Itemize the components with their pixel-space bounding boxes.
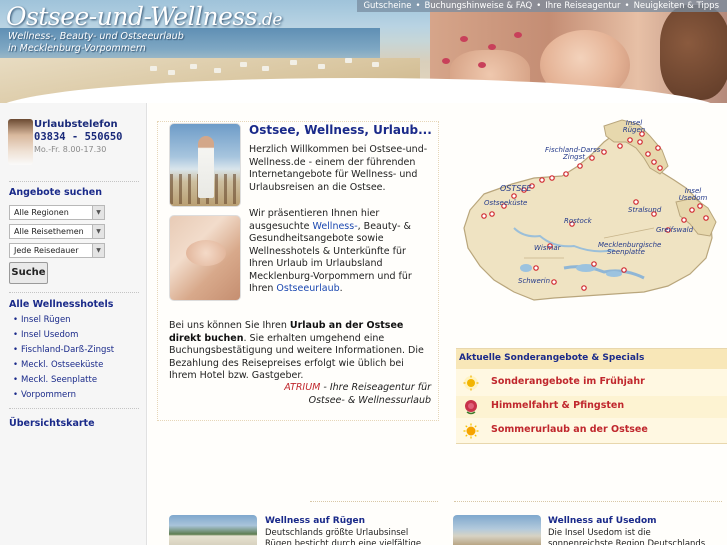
map-label-wismar: Wismar xyxy=(534,244,561,252)
hotline-agent-photo xyxy=(8,119,33,165)
beach-man-photo xyxy=(169,123,241,207)
main-content: Ostsee, Wellness, Urlaub... Herzlich Wil… xyxy=(148,103,727,545)
logo-subtitle-line2: in Mecklenburg-Vorpommern xyxy=(8,43,146,54)
intro-paragraph: Herzlich Willkommen bei Ostsee-und-Welln… xyxy=(249,144,428,193)
content-divider xyxy=(310,501,438,502)
chevron-down-icon: ▼ xyxy=(92,225,104,238)
sun-icon xyxy=(463,423,479,439)
rose-icon xyxy=(463,399,479,415)
sidebar-item-seenplatte[interactable]: • Meckl. Seenplatte xyxy=(13,375,97,385)
bullet-icon: • xyxy=(13,390,19,400)
logo-subtitle-line1: Wellness-, Beauty- und Ostseeurlaub xyxy=(8,31,184,42)
specials-heading: Aktuelle Sonderangebote & Specials xyxy=(456,349,727,369)
ostseeurlaub-link[interactable]: Ostseeurlaub xyxy=(276,283,339,294)
teaser-title-usedom[interactable]: Wellness auf Usedom xyxy=(548,516,657,526)
bullet-icon: • xyxy=(13,345,19,355)
site-logo[interactable]: Ostsee-und-Wellness.de xyxy=(6,2,282,31)
sidebar-item-vorpommern[interactable]: • Vorpommern xyxy=(13,390,76,400)
hotels-heading-link[interactable]: Alle Wellnesshotels xyxy=(9,299,113,310)
topnav-neuigkeiten[interactable]: Neuigkeiten & Tipps xyxy=(634,1,719,12)
booking-paragraph: Bei uns können Sie Ihren Urlaub an der O… xyxy=(169,320,424,381)
map-label-ruegen: Insel Rügen xyxy=(622,119,646,134)
hotline-phone: 03834 - 550650 xyxy=(34,131,123,143)
region-map[interactable]: OSTSEE Ostseeküste Insel Rügen Fischland… xyxy=(454,118,722,302)
map-label-ostsee: OSTSEE xyxy=(500,184,532,193)
bullet-icon: • xyxy=(13,375,19,385)
hotline-box: Urlaubstelefon 03834 - 550650 Mo.-Fr. 8.… xyxy=(8,119,138,167)
map-label-fischland: Fischland-Darss-Zingst xyxy=(545,146,603,161)
sidebar-item-usedom[interactable]: • Insel Usedom xyxy=(13,330,78,340)
sidebar-divider xyxy=(9,408,139,409)
topnav-gutscheine[interactable]: Gutscheine xyxy=(363,1,411,12)
search-heading: Angebote suchen xyxy=(9,187,102,198)
hotline-hours: Mo.-Fr. 8.00-17.30 xyxy=(34,145,107,154)
top-navigation: Gutscheine • Buchungshinweise & FAQ • Ih… xyxy=(357,0,727,12)
map-label-usedom: Insel Usedom xyxy=(678,187,708,202)
specials-box: Aktuelle Sonderangebote & Specials Sonde… xyxy=(456,348,727,444)
topnav-reiseagentur[interactable]: Ihre Reiseagentur xyxy=(545,1,620,12)
content-divider xyxy=(454,501,722,502)
region-select[interactable]: Alle Regionen ▼ xyxy=(9,205,105,220)
bullet-icon: • xyxy=(13,360,19,370)
atrium-brand-link[interactable]: ATRIUM xyxy=(284,382,320,393)
offers-paragraph: Wir präsentieren Ihnen hier ausgesuchte … xyxy=(249,208,412,294)
map-label-rostock: Rostock xyxy=(564,217,592,225)
teaser-title-ruegen[interactable]: Wellness auf Rügen xyxy=(265,516,365,526)
hotline-label: Urlaubstelefon xyxy=(34,119,118,130)
special-item-sommer[interactable]: Sommerurlaub an der Ostsee xyxy=(456,420,727,442)
chevron-down-icon: ▼ xyxy=(92,244,104,257)
bullet-icon: • xyxy=(13,315,19,325)
usedom-teaser-photo[interactable] xyxy=(453,515,541,545)
search-button[interactable]: Suche xyxy=(9,262,48,284)
sidebar-divider xyxy=(9,181,139,182)
map-label-stralsund: Stralsund xyxy=(628,206,662,214)
sidebar-divider xyxy=(9,292,139,293)
atrium-tagline: ATRIUM - Ihre Reiseagentur für Ostsee- &… xyxy=(284,382,431,406)
map-label-seenplatte: Mecklenburgische Seenplatte xyxy=(598,241,662,256)
special-item-pfingsten[interactable]: Himmelfahrt & Pfingsten xyxy=(456,396,727,418)
theme-select[interactable]: Alle Reisethemen ▼ xyxy=(9,224,105,239)
special-item-fruehjahr[interactable]: Sonderangebote im Frühjahr xyxy=(456,372,727,394)
map-label-schwerin: Schwerin xyxy=(518,277,551,285)
teaser-text-usedom: Die Insel Usedom ist die sonnenreichste … xyxy=(548,528,706,545)
chevron-down-icon: ▼ xyxy=(92,206,104,219)
teaser-text-ruegen: Deutschlands größte Urlaubsinsel Rügen b… xyxy=(265,528,422,545)
sun-flower-icon xyxy=(463,375,479,391)
sidebar: Urlaubstelefon 03834 - 550650 Mo.-Fr. 8.… xyxy=(0,103,147,545)
map-label-greifswald: Greifswald xyxy=(656,226,694,234)
header-banner: Ostsee-und-Wellness.de Wellness-, Beauty… xyxy=(0,0,727,103)
ruegen-teaser-photo[interactable] xyxy=(169,515,257,545)
wellness-link[interactable]: Wellness- xyxy=(312,221,357,232)
duration-select[interactable]: Jede Reisedauer ▼ xyxy=(9,243,105,258)
massage-photo xyxy=(169,215,241,301)
sidebar-item-ruegen[interactable]: • Insel Rügen xyxy=(13,315,71,325)
sidebar-item-fischland[interactable]: • Fischland-Darß-Zingst xyxy=(13,345,114,355)
bullet-icon: • xyxy=(13,330,19,340)
topnav-buchungshinweise[interactable]: Buchungshinweise & FAQ xyxy=(424,1,532,12)
page-title: Ostsee, Wellness, Urlaub... xyxy=(249,123,432,137)
map-label-ostseekueste: Ostseeküste xyxy=(484,199,528,207)
sidebar-item-ostseekueste[interactable]: • Meckl. Ostseeküste xyxy=(13,360,103,370)
overview-map-link[interactable]: Übersichtskarte xyxy=(9,418,95,429)
